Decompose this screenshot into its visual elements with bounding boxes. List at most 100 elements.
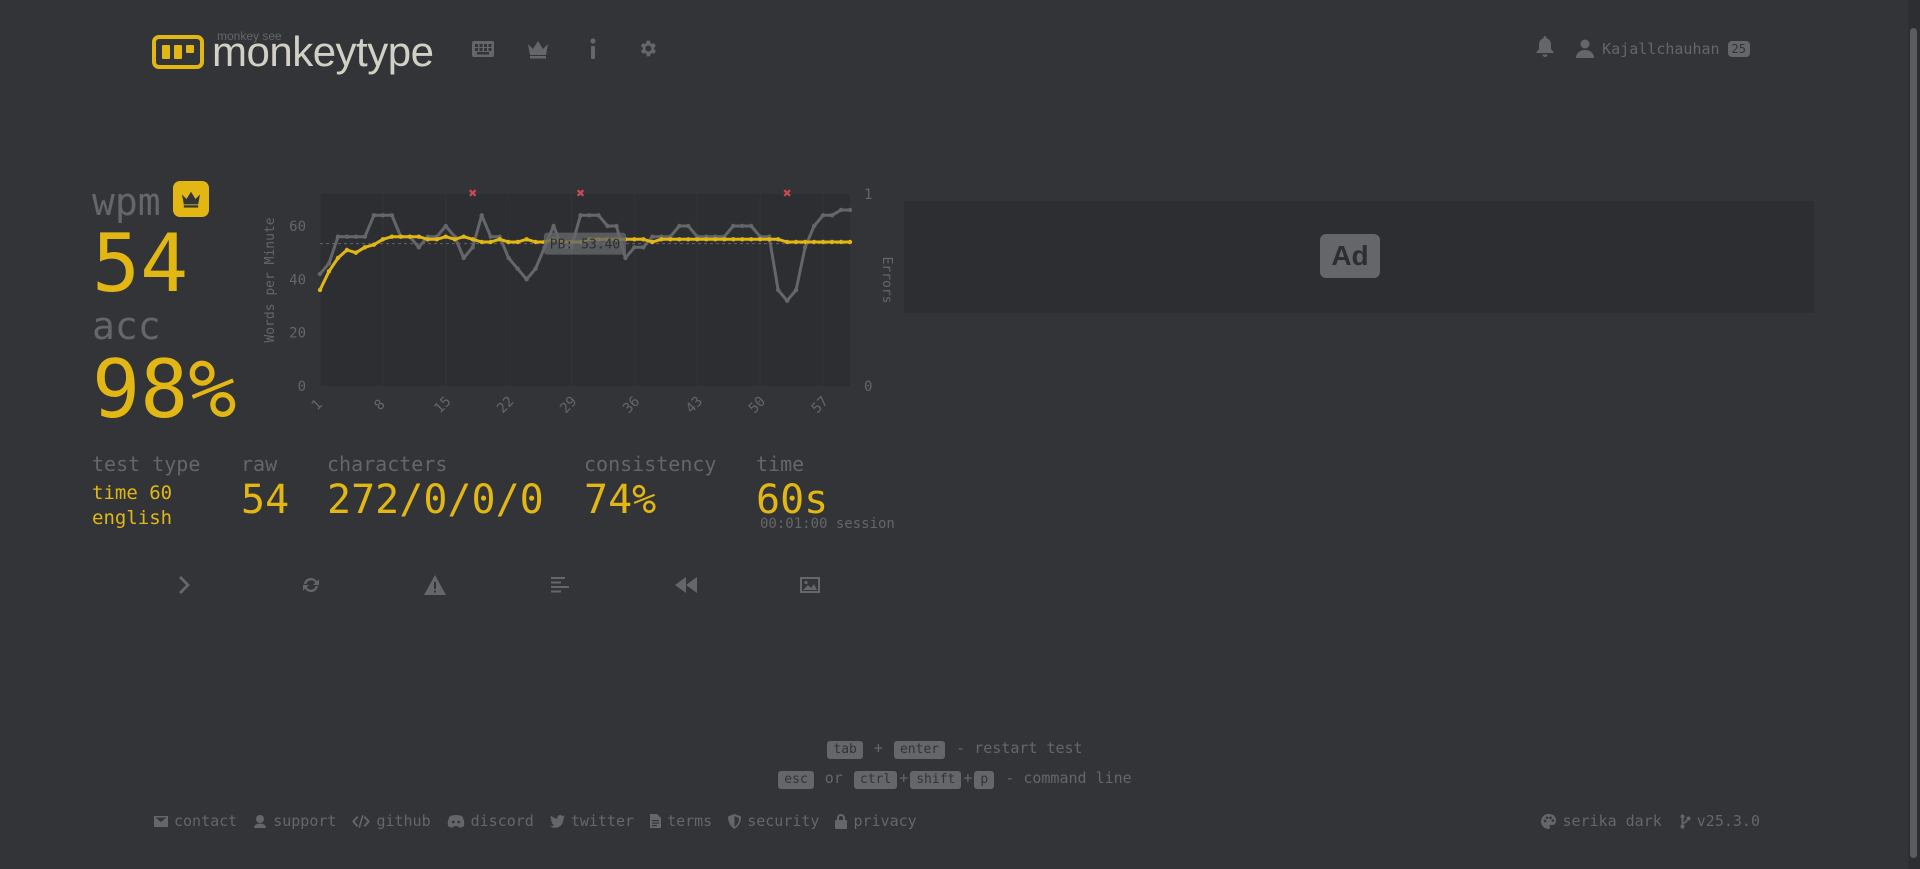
discord-icon <box>447 814 464 828</box>
characters-value: 272/0/0/0 <box>327 477 544 523</box>
main-nav <box>470 36 660 61</box>
version-button[interactable]: v25.3.0 <box>1680 812 1760 830</box>
info-icon[interactable] <box>580 36 605 61</box>
refresh-icon <box>303 577 319 593</box>
words-history-button[interactable] <box>547 572 573 598</box>
chart-y2-tick: 1 <box>864 187 872 203</box>
wpm-point <box>802 239 808 245</box>
wpm-point <box>695 237 700 242</box>
next-test-button[interactable] <box>172 572 198 598</box>
wpm-point <box>766 237 772 242</box>
raw-point <box>775 287 781 293</box>
keyboard-icon[interactable] <box>470 36 495 61</box>
terms-link[interactable]: terms <box>650 812 712 830</box>
image-icon <box>800 577 820 593</box>
scrollbar[interactable] <box>1908 0 1920 869</box>
restart-test-button[interactable] <box>298 572 324 598</box>
raw-point <box>443 223 448 229</box>
wpm-point <box>425 237 430 242</box>
scroll-thumb[interactable] <box>1910 28 1917 858</box>
test-type-value-line2: english <box>92 507 173 529</box>
raw-point <box>731 223 736 229</box>
wpm-point <box>793 239 799 245</box>
shield-icon <box>728 813 742 829</box>
raw-point <box>326 261 332 266</box>
discord-link[interactable]: discord <box>447 812 534 830</box>
donate-icon <box>254 815 267 828</box>
wpm-point <box>497 237 502 242</box>
chart-x-tick: 22 <box>494 394 517 417</box>
raw-point <box>623 255 628 261</box>
terms-label: terms <box>667 812 713 830</box>
wpm-value: 54 <box>92 217 189 310</box>
palette-icon <box>1541 813 1557 829</box>
security-link[interactable]: security <box>728 812 819 830</box>
github-link[interactable]: github <box>352 812 431 830</box>
raw-point <box>596 213 601 218</box>
raw-point <box>578 213 583 218</box>
raw-point <box>641 245 646 250</box>
wpm-point <box>533 239 538 245</box>
acc-value: 98% <box>92 343 237 436</box>
wpm-point <box>847 239 853 245</box>
chart-y-tick: 40 <box>289 272 306 288</box>
twitter-link[interactable]: twitter <box>549 812 634 830</box>
raw-label: raw <box>241 452 278 476</box>
raw-point <box>838 207 844 213</box>
acc-label: acc <box>92 304 161 348</box>
wpm-chart[interactable]: 0204060101 8 15 22 29 36 43 50 57Words per Minut… <box>258 180 898 420</box>
logo[interactable]: monkey see monkeytype <box>152 29 434 73</box>
raw-point <box>344 234 350 239</box>
chart-x-tick: 8 <box>371 397 388 414</box>
support-label: support <box>273 812 337 830</box>
save-screenshot-button[interactable] <box>797 572 823 598</box>
raw-point <box>829 213 835 218</box>
theme-button[interactable]: serika dark <box>1541 812 1662 830</box>
ad-banner[interactable]: Ad <box>904 201 1814 313</box>
plus-sign: + <box>873 739 883 757</box>
wpm-point <box>407 234 413 239</box>
characters-label: characters <box>327 452 448 476</box>
raw-point <box>362 234 368 239</box>
wpm-point <box>677 237 682 242</box>
twitter-icon <box>549 814 565 828</box>
raw-point <box>317 271 323 277</box>
crown-icon[interactable] <box>525 36 550 61</box>
privacy-link[interactable]: privacy <box>835 812 917 830</box>
backward-icon <box>675 577 697 593</box>
chart-x-tick: 57 <box>809 394 832 417</box>
watch-replay-button[interactable] <box>673 572 699 598</box>
raw-point <box>677 223 682 229</box>
chart-y-tick: 20 <box>289 326 306 342</box>
raw-point <box>353 234 359 239</box>
wpm-point <box>326 269 332 274</box>
chart-plot-area <box>320 194 850 386</box>
tab-key: tab <box>827 741 863 759</box>
chart-x-tick: 50 <box>746 394 769 417</box>
level-badge: 25 <box>1727 40 1750 57</box>
chevron-right-icon <box>179 576 190 594</box>
support-link[interactable]: support <box>253 812 336 830</box>
raw-point <box>461 255 466 261</box>
practice-missed-button[interactable] <box>422 572 448 598</box>
notifications-bell-icon[interactable] <box>1536 36 1554 61</box>
wpm-point <box>784 239 790 245</box>
account-button[interactable]: Kajallchauhan 25 <box>1576 39 1750 58</box>
or-text: or <box>824 769 843 787</box>
raw-point <box>632 245 637 250</box>
esc-key: esc <box>778 771 814 789</box>
restart-hint-text: - restart test <box>956 739 1083 757</box>
raw-point <box>740 223 745 229</box>
contact-link[interactable]: contact <box>154 812 237 830</box>
test-type-label: test type <box>92 452 201 476</box>
consistency-stat: consistency 74% <box>584 452 716 522</box>
version-label: v25.3.0 <box>1696 812 1760 830</box>
raw-point <box>605 223 610 229</box>
plus-sign: + <box>963 769 973 787</box>
wpm-point <box>488 239 493 245</box>
theme-label: serika dark <box>1562 812 1662 830</box>
chart-x-tick: 1 <box>309 397 326 414</box>
wpm-point <box>641 237 646 242</box>
command-line-hint: esc or ctrl + shift + p - command line <box>0 763 1908 793</box>
gear-icon[interactable] <box>635 36 660 61</box>
